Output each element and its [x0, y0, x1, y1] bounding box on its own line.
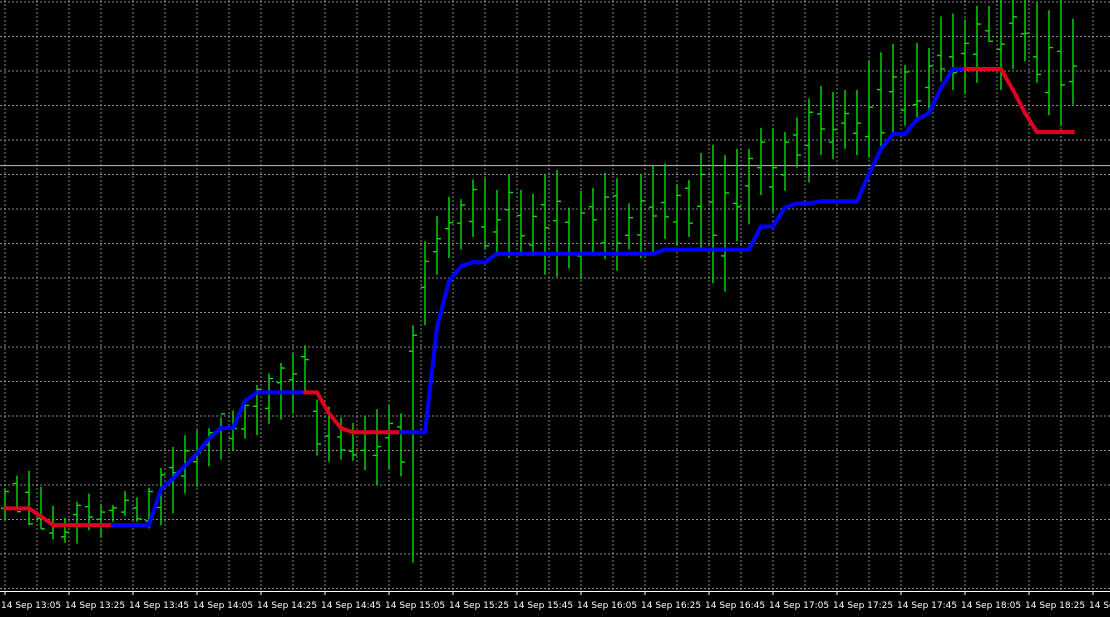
time-axis-tick-label: 14 Sep 15:25 [449, 601, 509, 611]
time-axis-tick-label: 14 Sep 17:45 [897, 601, 957, 611]
time-axis-tick-label: 14 Sep 14:05 [193, 601, 253, 611]
chart-background [0, 0, 1110, 617]
time-axis-tick-label: 14 Sep 15:05 [385, 601, 445, 611]
time-axis: 14 Sep 13:05 14 Sep 13:25 14 Sep 13:45 14 S… [0, 591, 1110, 617]
time-axis-tick-label: 14 Sep 17:25 [833, 601, 893, 611]
price-chart[interactable]: 14 Sep 13:05 14 Sep 13:25 14 Sep 13:45 14 S… [0, 0, 1110, 617]
time-axis-tick-label: 14 Sep 18:45 [1089, 601, 1110, 611]
time-axis-tick-label: 14 Sep 15:45 [513, 601, 573, 611]
time-axis-tick-label: 14 Sep 18:25 [1025, 601, 1085, 611]
time-axis-tick-label: 14 Sep 14:25 [257, 601, 317, 611]
time-axis-tick-label: 14 Sep 18:05 [961, 601, 1021, 611]
time-axis-tick-label: 14 Sep 13:25 [65, 601, 125, 611]
time-axis-tick-label: 14 Sep 14:45 [321, 601, 381, 611]
chart-canvas[interactable]: 14 Sep 13:05 14 Sep 13:25 14 Sep 13:45 14 S… [0, 0, 1110, 617]
time-axis-tick-label: 14 Sep 16:45 [705, 601, 765, 611]
time-axis-tick-label: 14 Sep 13:45 [129, 601, 189, 611]
time-axis-tick-label: 14 Sep 16:25 [641, 601, 701, 611]
time-axis-tick-label: 14 Sep 16:05 [577, 601, 637, 611]
time-axis-tick-label: 14 Sep 17:05 [769, 601, 829, 611]
time-axis-tick-label: 14 Sep 13:05 [1, 601, 61, 611]
